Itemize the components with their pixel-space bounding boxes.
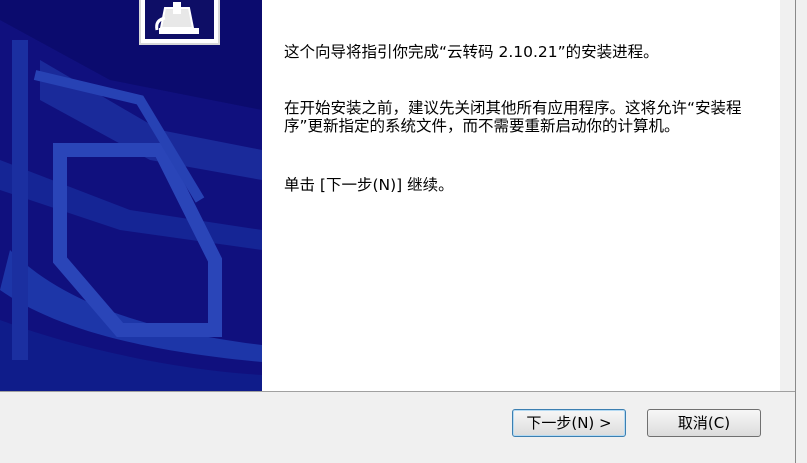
window-right-edge (781, 0, 795, 391)
banner-graphic (0, 0, 262, 391)
advice-text: 在开始安装之前，建议先关闭其他所有应用程序。这将允许“安装程序”更新指定的系统文… (284, 99, 742, 135)
cancel-button[interactable]: 取消(C) (647, 409, 761, 437)
wizard-side-banner (0, 0, 262, 391)
installer-logo (139, 0, 220, 45)
wizard-content-panel: 这个向导将指引你完成“云转码 2.10.21”的安装进程。 在开始安装之前，建议… (262, 0, 780, 391)
installer-window: 这个向导将指引你完成“云转码 2.10.21”的安装进程。 在开始安装之前，建议… (0, 0, 796, 463)
installer-box-icon (145, 0, 214, 39)
next-button[interactable]: 下一步(N) > (512, 409, 626, 437)
intro-text: 这个向导将指引你完成“云转码 2.10.21”的安装进程。 (284, 43, 659, 61)
instruction-text: 单击 [下一步(N)] 继续。 (284, 176, 454, 194)
divider (0, 391, 795, 392)
